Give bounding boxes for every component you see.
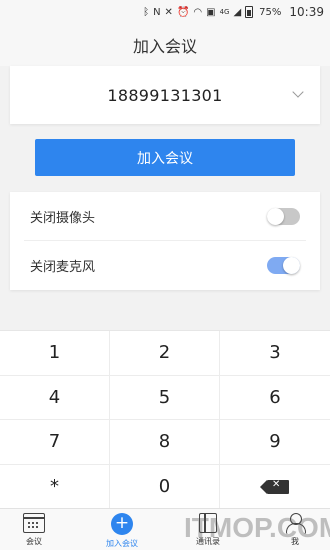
- key-star[interactable]: *: [0, 464, 110, 509]
- join-meeting-button[interactable]: 加入会议: [35, 139, 295, 176]
- battery-icon: [245, 6, 254, 18]
- watermark: ITMOP.COM: [184, 512, 330, 543]
- signal-icon: ◢: [233, 6, 242, 18]
- key-2[interactable]: 2: [110, 331, 220, 376]
- mic-setting-row: 关闭麦克风: [10, 241, 320, 290]
- status-icons: ᛒ N ✕ ⏰ ◠ ▣ 4G ◢ 75% 10:39: [143, 5, 324, 19]
- toggle-knob: [283, 257, 300, 274]
- backspace-button[interactable]: [220, 465, 330, 510]
- nav-label: 加入会议: [106, 539, 138, 548]
- screenshot-icon: ▣: [206, 6, 216, 18]
- battery-percent: 75%: [259, 6, 282, 18]
- camera-setting-label: 关闭摄像头: [30, 211, 96, 226]
- mic-toggle[interactable]: [267, 257, 300, 274]
- key-3[interactable]: 3: [220, 331, 330, 376]
- nav-label: 会议: [26, 537, 42, 546]
- key-4[interactable]: 4: [0, 375, 110, 420]
- plus-icon: +: [111, 513, 133, 535]
- nav-item-join-meeting[interactable]: + 加入会议: [81, 509, 163, 550]
- network-type: 4G: [219, 8, 230, 16]
- key-8[interactable]: 8: [110, 420, 220, 465]
- key-7[interactable]: 7: [0, 420, 110, 465]
- camera-toggle[interactable]: [267, 208, 300, 225]
- bluetooth-icon: ᛒ: [143, 6, 150, 18]
- backspace-icon: [260, 479, 289, 494]
- meeting-settings: 关闭摄像头 关闭麦克风: [10, 192, 320, 290]
- chevron-down-icon[interactable]: [292, 86, 304, 98]
- meeting-number: 18899131301: [107, 85, 223, 105]
- mute-icon: ✕: [164, 6, 173, 18]
- key-0[interactable]: 0: [110, 464, 220, 509]
- calendar-icon: [23, 513, 45, 533]
- page-title: 加入会议: [0, 24, 330, 66]
- nfc-icon: N: [153, 6, 161, 18]
- camera-setting-row: 关闭摄像头: [10, 192, 320, 241]
- key-1[interactable]: 1: [0, 331, 110, 376]
- meeting-number-field[interactable]: 18899131301: [10, 66, 320, 124]
- key-9[interactable]: 9: [220, 420, 330, 465]
- nav-item-meetings[interactable]: 会议: [0, 509, 75, 550]
- alarm-icon: ⏰: [176, 6, 190, 18]
- wifi-icon: ◠: [193, 6, 203, 18]
- dial-keypad: 1 2 3 4 5 6 7 8 9 * 0: [0, 330, 330, 510]
- mic-setting-label: 关闭麦克风: [30, 260, 96, 275]
- status-time: 10:39: [289, 5, 324, 19]
- key-6[interactable]: 6: [220, 376, 330, 420]
- key-5[interactable]: 5: [110, 375, 220, 420]
- status-bar: ᛒ N ✕ ⏰ ◠ ▣ 4G ◢ 75% 10:39: [0, 0, 330, 24]
- toggle-knob: [267, 208, 284, 225]
